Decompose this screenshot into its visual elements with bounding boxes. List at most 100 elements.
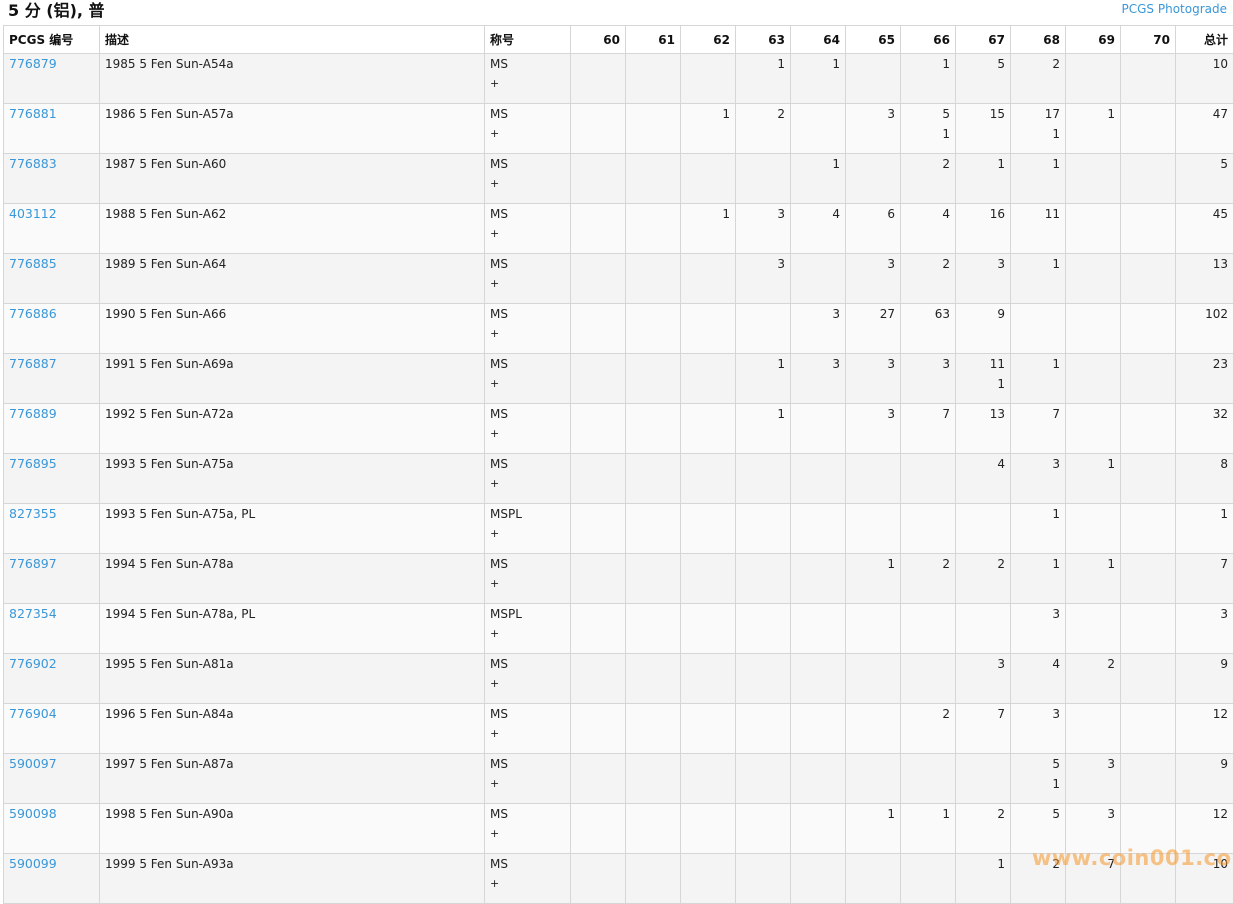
grade-60-cell [571,504,626,554]
table-row: 7768851989 5 Fen Sun-A64MS+3323113 [4,254,1233,304]
table-body: 7768791985 5 Fen Sun-A54aMS+111521077688… [4,54,1233,904]
grade-70-cell [1121,654,1176,704]
grade-count: 1 [1016,354,1060,374]
grade-67-cell: 1 [956,854,1011,904]
pcgs-number-link[interactable]: 776879 [9,56,57,71]
grade-count: 3 [796,354,840,374]
column-header: 61 [626,26,681,54]
pcgs-number-link[interactable]: 776883 [9,156,57,171]
pcgs-number-link[interactable]: 590098 [9,806,57,821]
site-watermark: www.coin001.com [1032,846,1233,870]
grade-67-cell: 7 [956,704,1011,754]
table-row: 7768891992 5 Fen Sun-A72aMS+13713732 [4,404,1233,454]
pcgs-number-link[interactable]: 776886 [9,306,57,321]
grade-count: 2 [1016,54,1060,74]
grade-67-cell: 16 [956,204,1011,254]
plus-label: + [490,674,565,694]
grade-61-cell [626,554,681,604]
grade-64-cell: 3 [791,354,846,404]
grade-60-cell [571,854,626,904]
description-cell: 1994 5 Fen Sun-A78a [100,554,485,604]
grade-count: 2 [906,154,950,174]
pcgs-number-link[interactable]: 776887 [9,356,57,371]
designation-label: MS [490,404,565,424]
total-cell: 47 [1176,104,1233,154]
pcgs-photograde-link[interactable]: PCGS Photograde [1122,2,1227,16]
grade-61-cell [626,854,681,904]
pcgs-number-cell: 776886 [4,304,100,354]
grade-count: 3 [1071,804,1115,824]
grade-67-cell: 9 [956,304,1011,354]
grade-63-cell [736,304,791,354]
page-header: 5 分 (铝), 普 PCGS Photograde [0,0,1233,24]
grade-70-cell [1121,154,1176,204]
grade-64-cell [791,504,846,554]
grade-62-cell [681,554,736,604]
grade-count: 3 [851,254,895,274]
designation-cell: MS+ [485,304,571,354]
grade-count: 3 [961,254,1005,274]
grade-67-cell: 111 [956,354,1011,404]
pcgs-number-cell: 827354 [4,604,100,654]
column-header: 65 [846,26,901,54]
grade-count: 3 [961,654,1005,674]
designation-cell: MS+ [485,654,571,704]
pcgs-number-link[interactable]: 590099 [9,856,57,871]
pcgs-number-link[interactable]: 776897 [9,556,57,571]
grade-count: 17 [1016,104,1060,124]
pcgs-number-link[interactable]: 776889 [9,406,57,421]
column-header: 69 [1066,26,1121,54]
column-header: 70 [1121,26,1176,54]
plus-grade-count: 1 [1016,774,1060,794]
plus-label: + [490,424,565,444]
pcgs-number-cell: 776881 [4,104,100,154]
pcgs-number-link[interactable]: 403112 [9,206,57,221]
plus-grade-count: 1 [1016,124,1060,144]
pcgs-number-cell: 776895 [4,454,100,504]
designation-label: MS [490,554,565,574]
pcgs-number-link[interactable]: 776902 [9,656,57,671]
grade-67-cell [956,754,1011,804]
grade-count: 1 [961,854,1005,874]
pcgs-number-link[interactable]: 776895 [9,456,57,471]
pcgs-number-link[interactable]: 776881 [9,106,57,121]
grade-70-cell [1121,754,1176,804]
grade-65-cell: 1 [846,804,901,854]
grade-count: 3 [1016,604,1060,624]
grade-count: 4 [1016,654,1060,674]
grade-70-cell [1121,554,1176,604]
grade-61-cell [626,304,681,354]
grade-62-cell [681,604,736,654]
grade-count: 2 [906,254,950,274]
table-row: 4031121988 5 Fen Sun-A62MS+13464161145 [4,204,1233,254]
plus-grade-count: 1 [906,124,950,144]
grade-count: 1 [741,54,785,74]
grade-60-cell [571,404,626,454]
pcgs-number-link[interactable]: 776904 [9,706,57,721]
grade-66-cell: 2 [901,154,956,204]
grade-63-cell [736,804,791,854]
description-cell: 1998 5 Fen Sun-A90a [100,804,485,854]
grade-count: 1 [1071,454,1115,474]
designation-cell: MS+ [485,804,571,854]
grade-count: 3 [851,354,895,374]
grade-70-cell [1121,504,1176,554]
grade-count: 2 [741,104,785,124]
grade-count: 3 [1071,754,1115,774]
column-header: 66 [901,26,956,54]
description-cell: 1989 5 Fen Sun-A64 [100,254,485,304]
pcgs-number-link[interactable]: 827354 [9,606,57,621]
grade-64-cell: 3 [791,304,846,354]
pcgs-number-link[interactable]: 590097 [9,756,57,771]
pcgs-number-link[interactable]: 776885 [9,256,57,271]
grade-64-cell [791,554,846,604]
grade-count: 1 [1016,254,1060,274]
grade-70-cell [1121,54,1176,104]
pcgs-number-link[interactable]: 827355 [9,506,57,521]
grade-60-cell [571,154,626,204]
grade-count: 1 [686,104,730,124]
grade-count: 5 [1016,804,1060,824]
grade-62-cell [681,754,736,804]
grade-63-cell [736,604,791,654]
grade-65-cell [846,654,901,704]
